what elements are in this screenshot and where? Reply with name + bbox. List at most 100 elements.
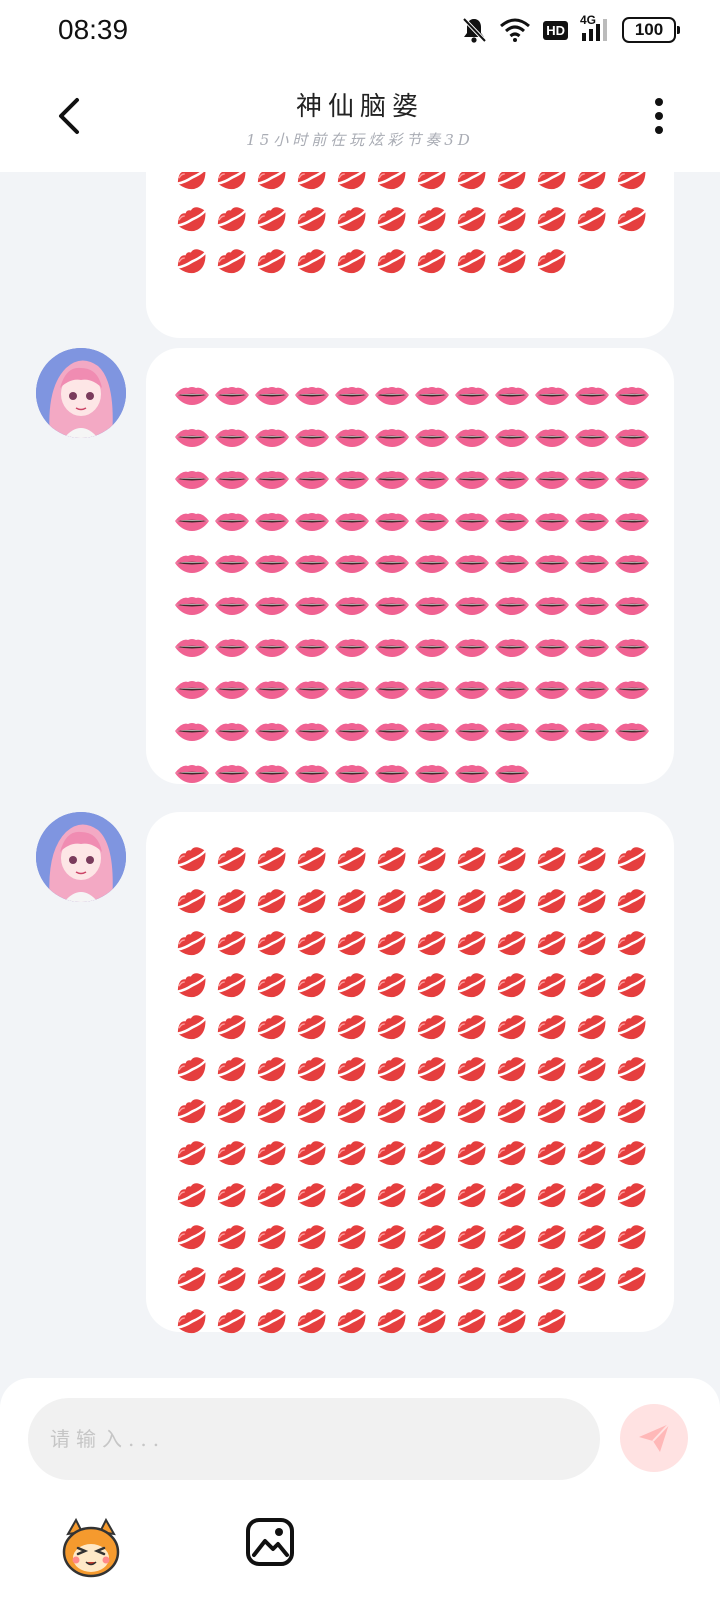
mouth-emoji-icon: [612, 374, 652, 416]
mouth-emoji-icon: [412, 500, 452, 542]
mouth-emoji-icon: [292, 374, 332, 416]
kiss-mark-emoji-icon: [452, 1048, 492, 1090]
kiss-mark-emoji-icon: [252, 1216, 292, 1258]
kiss-mark-emoji-icon: [412, 1216, 452, 1258]
mouth-emoji-icon: [412, 752, 452, 794]
mouth-emoji-icon: [452, 752, 492, 794]
anime-girl-avatar-icon: [36, 348, 126, 438]
mouth-emoji-icon: [572, 500, 612, 542]
hd-icon: HD: [543, 20, 568, 40]
kiss-mark-emoji-icon: [292, 1174, 332, 1216]
kiss-mark-emoji-icon: [532, 1090, 572, 1132]
mouth-emoji-icon: [412, 458, 452, 500]
kiss-mark-emoji-icon: [492, 172, 532, 198]
kiss-mark-emoji-icon: [572, 1174, 612, 1216]
kiss-mark-emoji-icon: [412, 1090, 452, 1132]
mouth-emoji-icon: [572, 668, 612, 710]
kiss-mark-emoji-icon: [252, 922, 292, 964]
mouth-emoji-icon: [492, 416, 532, 458]
kiss-mark-emoji-icon: [332, 964, 372, 1006]
kiss-mark-emoji-icon: [572, 198, 612, 240]
mouth-emoji-icon: [292, 458, 332, 500]
more-options-button[interactable]: [644, 94, 674, 138]
mouth-emoji-icon: [332, 458, 372, 500]
mouth-emoji-icon: [412, 542, 452, 584]
mouth-emoji-icon: [492, 626, 532, 668]
kiss-mark-emoji-icon: [252, 1300, 292, 1342]
kiss-mark-emoji-icon: [172, 1090, 212, 1132]
kiss-mark-emoji-icon: [612, 964, 652, 1006]
kiss-mark-emoji-icon: [252, 1174, 292, 1216]
kiss-mark-emoji-icon: [412, 172, 452, 198]
kiss-mark-emoji-icon: [412, 1258, 452, 1300]
mouth-emoji-icon: [372, 374, 412, 416]
mouth-emoji-icon: [212, 458, 252, 500]
mouth-emoji-icon: [372, 416, 412, 458]
battery-icon: 100: [622, 17, 680, 43]
kiss-mark-emoji-icon: [172, 838, 212, 880]
kiss-mark-emoji-icon: [532, 1300, 572, 1342]
mouth-emoji-icon: [172, 668, 212, 710]
mouth-emoji-icon: [572, 626, 612, 668]
kiss-mark-emoji-icon: [372, 1048, 412, 1090]
kiss-mark-emoji-icon: [332, 1090, 372, 1132]
kiss-mark-emoji-icon: [412, 240, 452, 282]
mouth-emoji-icon: [252, 374, 292, 416]
mouth-emoji-icon: [252, 500, 292, 542]
kiss-mark-emoji-icon: [332, 922, 372, 964]
image-button[interactable]: [244, 1516, 296, 1568]
kiss-mark-emoji-icon: [212, 838, 252, 880]
kiss-mark-emoji-icon: [172, 1300, 212, 1342]
kiss-mark-emoji-icon: [172, 1174, 212, 1216]
message-bubble[interactable]: [146, 172, 674, 338]
message-input-box[interactable]: [28, 1398, 600, 1480]
kiss-mark-emoji-icon: [492, 880, 532, 922]
kiss-mark-emoji-icon: [412, 1048, 452, 1090]
kiss-mark-emoji-icon: [292, 922, 332, 964]
kiss-mark-emoji-icon: [612, 198, 652, 240]
message-input[interactable]: [50, 1427, 600, 1451]
message-bubble[interactable]: [146, 348, 674, 784]
kiss-mark-emoji-icon: [572, 1216, 612, 1258]
kiss-mark-emoji-icon: [212, 172, 252, 198]
mouth-emoji-icon: [252, 458, 292, 500]
mouth-emoji-icon: [172, 374, 212, 416]
kiss-mark-emoji-icon: [572, 1048, 612, 1090]
kiss-mark-emoji-icon: [332, 1048, 372, 1090]
mouth-emoji-icon: [452, 668, 492, 710]
mouth-emoji-icon: [172, 584, 212, 626]
mouth-emoji-icon: [532, 584, 572, 626]
kiss-mark-emoji-icon: [452, 1132, 492, 1174]
mouth-emoji-icon: [452, 374, 492, 416]
mouth-emoji-icon: [452, 542, 492, 584]
anime-girl-avatar-icon: [36, 812, 126, 902]
message-list[interactable]: [0, 172, 720, 1378]
kiss-mark-emoji-icon: [172, 1006, 212, 1048]
composer-panel: [0, 1378, 720, 1612]
avatar[interactable]: [36, 348, 126, 438]
title-group: 神仙脑婆 15小时前在玩炫彩节奏3D: [0, 86, 720, 150]
kiss-mark-emoji-icon: [212, 1216, 252, 1258]
mouth-emoji-icon: [492, 752, 532, 794]
mouth-emoji-icon: [612, 710, 652, 752]
kiss-mark-emoji-icon: [492, 240, 532, 282]
chat-title: 神仙脑婆: [295, 92, 424, 122]
kiss-mark-emoji-icon: [292, 1132, 332, 1174]
mouth-emoji-icon: [252, 626, 292, 668]
emoji-picker-button[interactable]: [58, 1514, 124, 1580]
emoji-grid: [172, 374, 652, 794]
kiss-mark-emoji-icon: [412, 1300, 452, 1342]
kiss-mark-emoji-icon: [572, 172, 612, 198]
mouth-emoji-icon: [492, 458, 532, 500]
kiss-mark-emoji-icon: [492, 1174, 532, 1216]
avatar[interactable]: [36, 812, 126, 902]
image-icon: [246, 1518, 294, 1566]
kiss-mark-emoji-icon: [372, 964, 412, 1006]
mouth-emoji-icon: [572, 374, 612, 416]
kiss-mark-emoji-icon: [252, 240, 292, 282]
message-bubble[interactable]: [146, 812, 674, 1334]
mouth-emoji-icon: [532, 710, 572, 752]
kiss-mark-emoji-icon: [452, 240, 492, 282]
kiss-mark-emoji-icon: [372, 922, 412, 964]
send-button[interactable]: [620, 1404, 688, 1472]
